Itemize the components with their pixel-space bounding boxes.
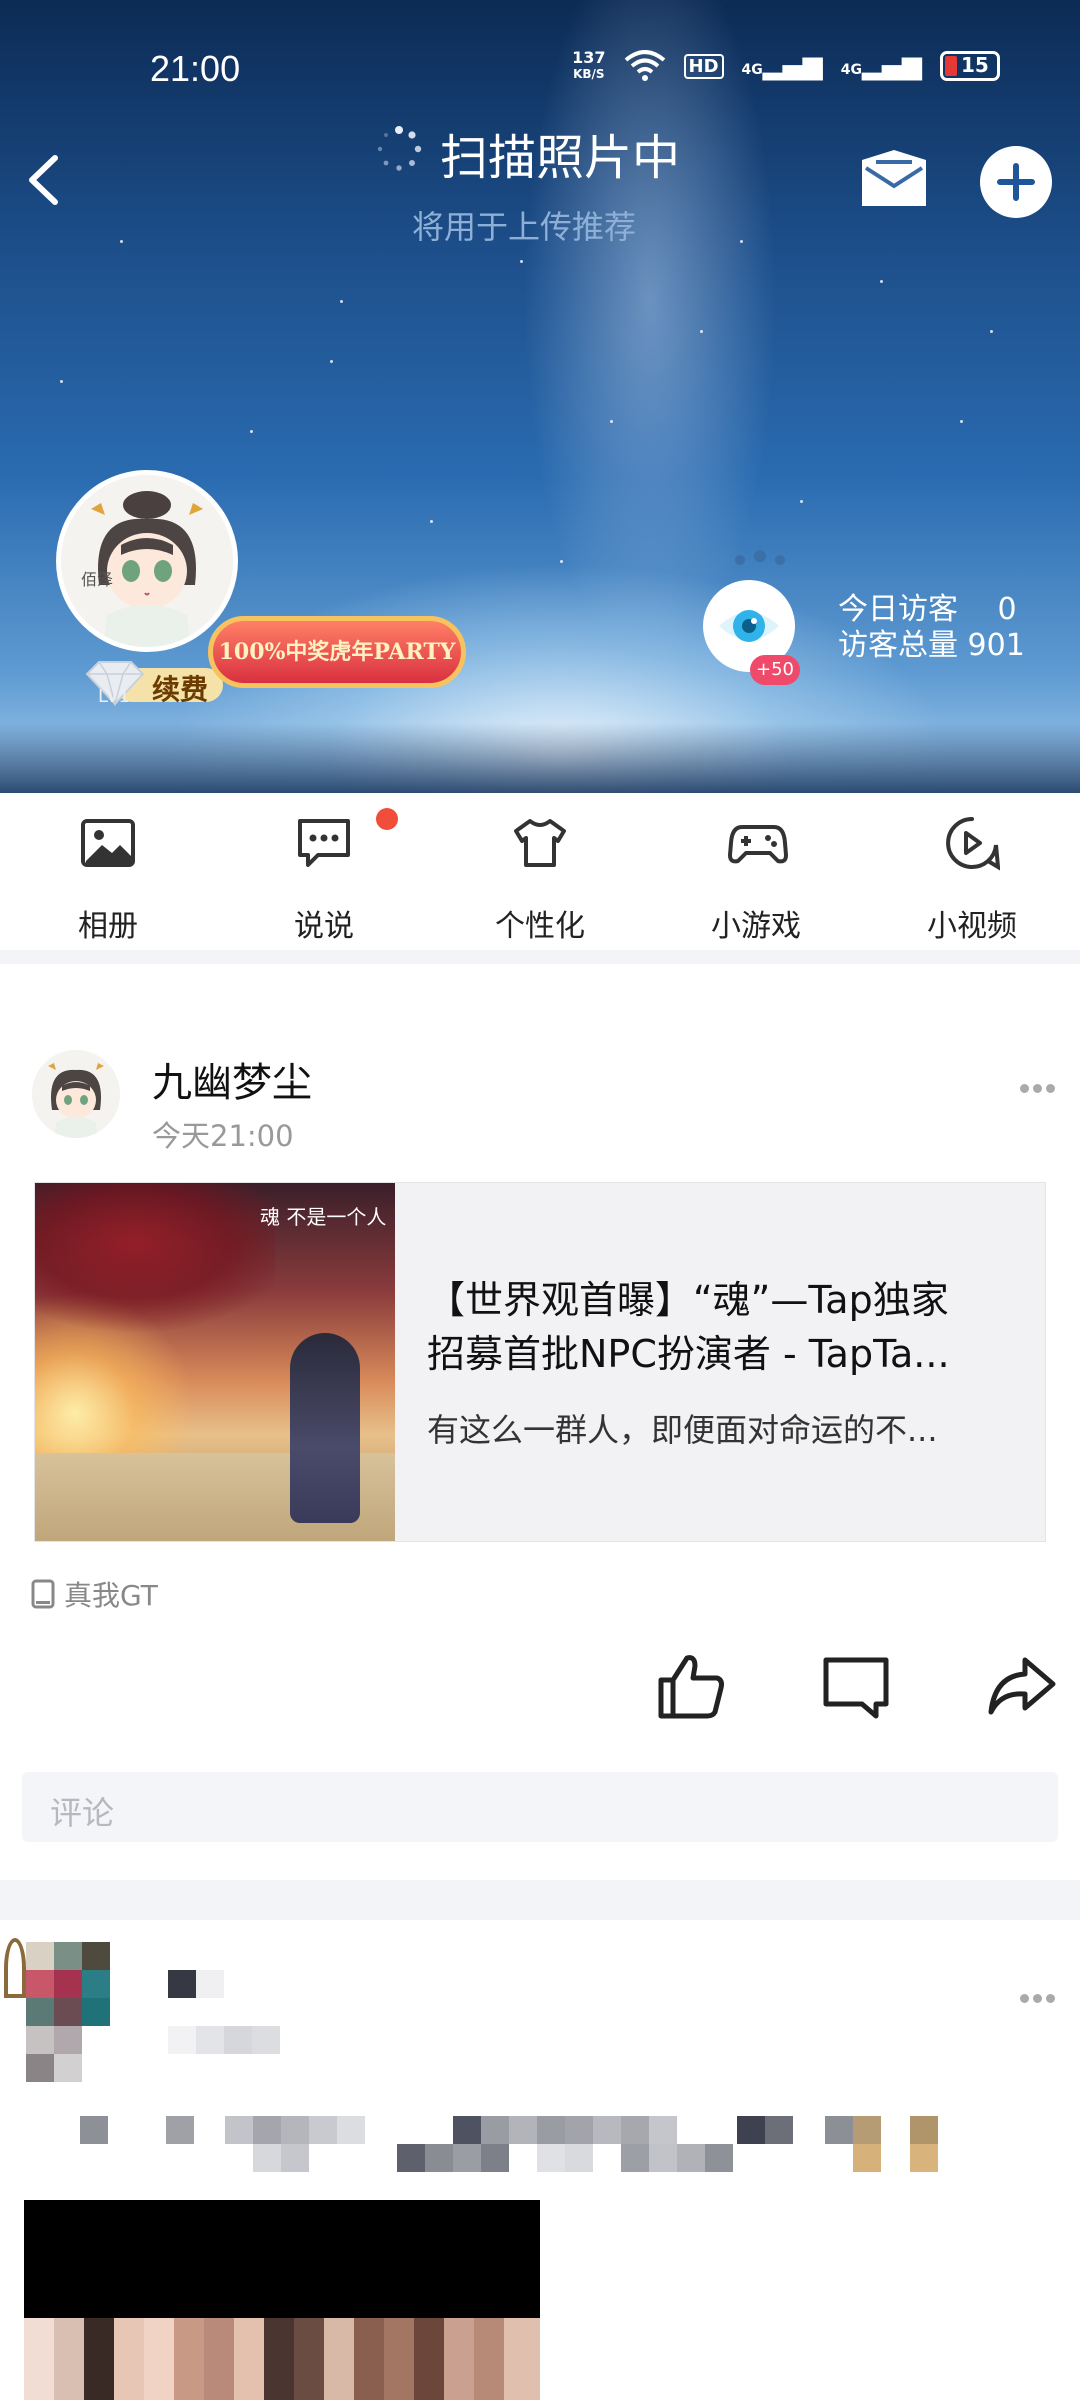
shared-link-card[interactable]: 魂 不是一个人 【世界观首曝】“魂”—Tap独家 招募首批NPC扮演者 - Ta… (34, 1182, 1046, 1542)
visitor-bonus-badge: +50 (750, 655, 800, 685)
profile-avatar[interactable]: 佰泽 (56, 470, 238, 652)
cover-horizon (0, 723, 1080, 793)
hd-icon: HD (683, 53, 724, 79)
photo-album-icon (81, 819, 135, 867)
post-text-blurred (80, 2116, 980, 2176)
plus-icon (997, 163, 1035, 201)
battery-icon: 15 (940, 51, 1000, 81)
svg-text:佰泽: 佰泽 (81, 570, 113, 589)
comment-icon[interactable] (820, 1650, 892, 1722)
thumbnail-logo: 魂 不是一个人 (260, 1205, 387, 1229)
net-speed: 137 KB/S (572, 48, 606, 82)
quick-nav-games[interactable]: 小游戏 (648, 793, 864, 950)
more-options-icon[interactable] (1020, 1988, 1060, 2003)
post-author-avatar-blurred[interactable] (0, 1938, 140, 2090)
post-author-name[interactable]: 九幽梦尘 (152, 1050, 312, 1108)
wifi-icon (624, 50, 665, 81)
new-indicator-dot (376, 808, 398, 830)
scan-status-title: 扫描照片中 (440, 130, 681, 186)
scan-status-subtitle: 将用于上传推荐 (412, 208, 637, 246)
post-author-name-blurred[interactable] (168, 1970, 288, 2060)
quick-nav-label: 相册 (78, 909, 138, 944)
quick-nav-bar: 相册 说说 个性化 小游戏 小视频 (0, 793, 1080, 950)
more-options-icon[interactable] (1020, 1078, 1060, 1093)
post-image-blurred[interactable] (24, 2200, 540, 2400)
section-divider (0, 950, 1080, 964)
link-description: 有这么一群人，即便面对命运的不... (427, 1411, 938, 1449)
visitors-total[interactable]: 访客总量 901 (838, 620, 1025, 664)
comment-input[interactable]: 评论 (22, 1772, 1058, 1842)
quick-nav-label: 说说 (294, 909, 354, 944)
loading-spinner-icon (377, 126, 422, 171)
add-button[interactable] (980, 146, 1052, 218)
like-icon[interactable] (655, 1650, 727, 1722)
quick-nav-album[interactable]: 相册 (0, 793, 216, 950)
vip-renew-label[interactable]: 续费 (152, 668, 208, 708)
post-author-avatar[interactable] (32, 1050, 120, 1138)
chat-bubble-icon (298, 819, 350, 867)
status-bar: 21:00 137 KB/S HD 4G▂▄▆ 4G▂▄▆ 15 (0, 44, 1080, 104)
tshirt-icon (514, 819, 566, 867)
avatar-illustration: 佰泽 (61, 475, 233, 647)
quick-nav-video[interactable]: 小视频 (864, 793, 1080, 950)
signal-icon-1: 4G▂▄▆ (741, 51, 823, 81)
quick-nav-shuoshuo[interactable]: 说说 (216, 793, 432, 950)
status-time: 21:00 (150, 48, 241, 89)
share-icon[interactable] (985, 1650, 1057, 1722)
section-divider (0, 1880, 1080, 1920)
link-thumbnail: 魂 不是一个人 (35, 1183, 395, 1541)
phone-icon (31, 1579, 55, 1609)
back-arrow-icon[interactable] (20, 150, 70, 210)
post-source: 真我GT (30, 1574, 158, 1614)
avatar-illustration (32, 1050, 120, 1138)
party-event-badge[interactable]: 100%中奖虎年PARTY (208, 616, 466, 688)
post-time: 今天21:00 (152, 1119, 294, 1153)
gamepad-icon (728, 825, 788, 864)
quick-nav-label: 小视频 (927, 909, 1017, 944)
level-label: LV1 (98, 686, 130, 707)
link-title: 【世界观首曝】“魂”—Tap独家 招募首批NPC扮演者 - TapTa... (427, 1278, 950, 1376)
status-icons: 137 KB/S HD 4G▂▄▆ 4G▂▄▆ 15 (572, 50, 1000, 82)
visitor-stars-icon (735, 550, 785, 565)
quick-nav-personalize[interactable]: 个性化 (432, 793, 648, 950)
quick-nav-label: 小游戏 (711, 909, 801, 944)
video-play-icon (946, 817, 1000, 871)
signal-icon-2: 4G▂▄▆ (840, 51, 922, 81)
mail-icon[interactable] (858, 146, 930, 210)
quick-nav-label: 个性化 (495, 909, 585, 944)
